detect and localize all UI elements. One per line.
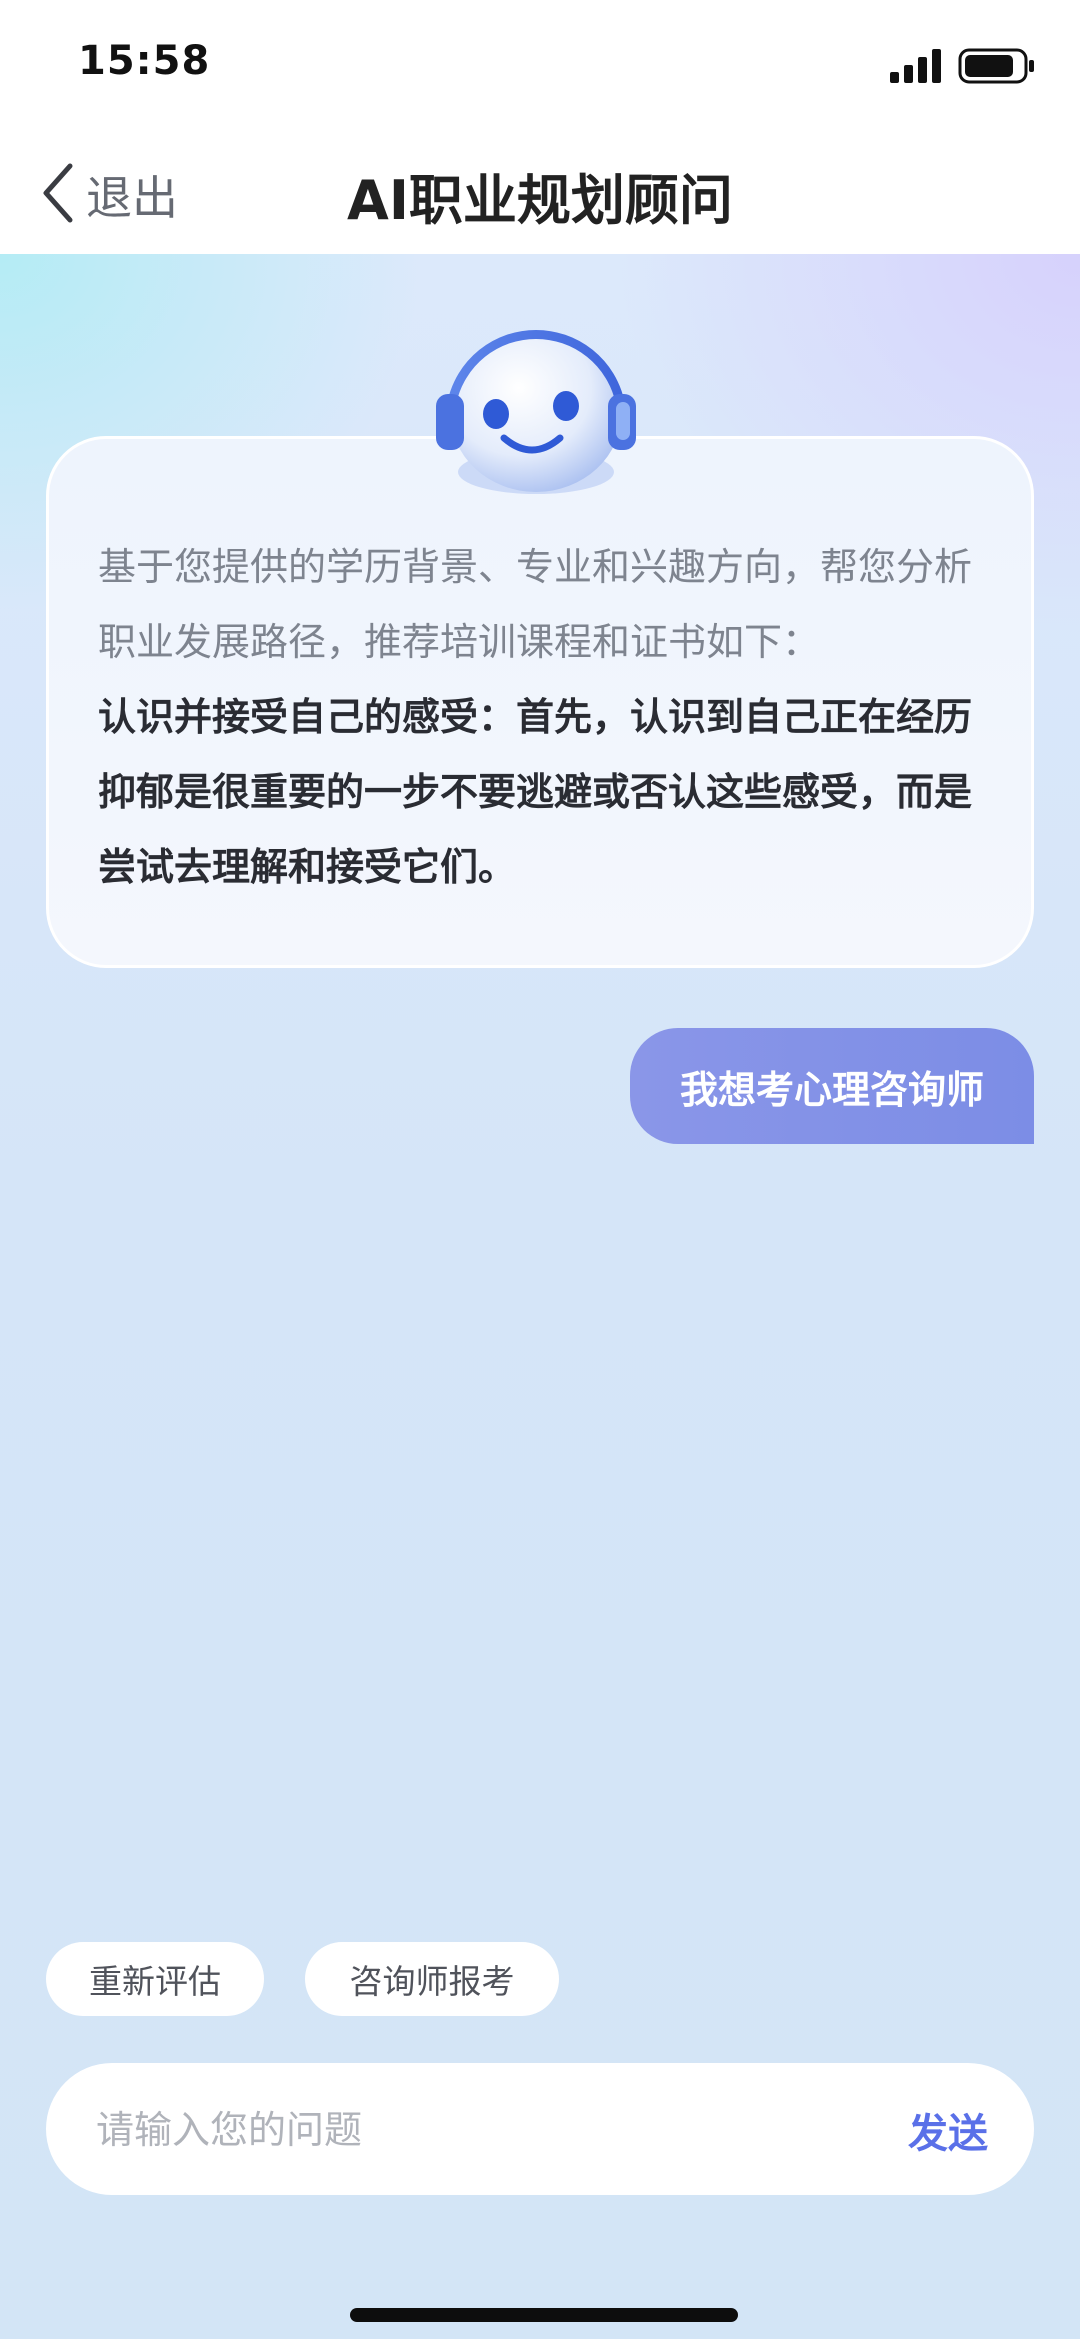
exit-label: 退出 [86, 171, 178, 225]
cellular-signal-icon [890, 49, 941, 83]
chevron-left-icon [40, 162, 76, 228]
navigation-bar: AI职业规划顾问 退出 [0, 130, 1080, 254]
exit-button[interactable]: 退出 [40, 160, 178, 230]
user-message-bubble: 我想考心理咨询师 [630, 1028, 1034, 1144]
user-message-text: 我想考心理咨询师 [679, 1067, 984, 1112]
status-time: 15:58 [78, 38, 211, 84]
question-input[interactable] [94, 2093, 858, 2167]
status-bar: 15:58 [0, 0, 1080, 130]
home-indicator[interactable] [350, 2308, 738, 2322]
reassess-chip[interactable]: 重新评估 [46, 1942, 264, 2016]
robot-headset-avatar-icon [416, 302, 656, 502]
message-composer: 发送 [46, 2063, 1034, 2195]
bot-message-intro: 基于您提供的学历背景、专业和兴趣方向，帮您分析职业发展路径，推荐培训课程和证书如… [98, 545, 973, 664]
battery-icon [958, 48, 1034, 84]
bot-message-body: 认识并接受自己的感受：首先，认识到自己正在经历抑郁是很重要的一步不要逃避或否认这… [98, 695, 973, 889]
consultant-exam-chip[interactable]: 咨询师报考 [305, 1942, 559, 2016]
status-icons [890, 46, 1040, 86]
send-button[interactable]: 发送 [908, 2101, 988, 2159]
bot-message-text: 基于您提供的学历背景、专业和兴趣方向，帮您分析职业发展路径，推荐培训课程和证书如… [98, 530, 998, 905]
